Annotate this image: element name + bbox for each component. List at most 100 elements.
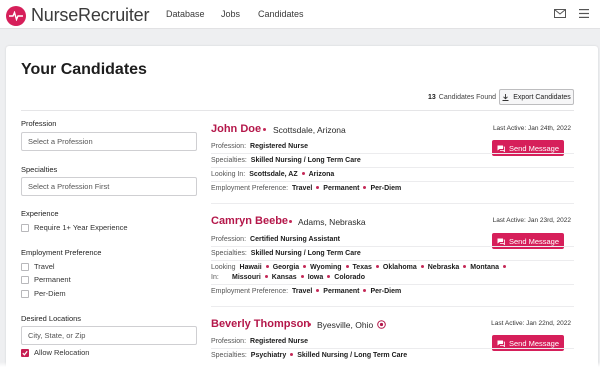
profession-row: Profession: Registered Nurse xyxy=(211,338,308,345)
row-key: Employment Preference: xyxy=(211,185,289,192)
mail-icon[interactable] xyxy=(554,9,566,18)
nav-jobs[interactable]: Jobs xyxy=(221,9,240,19)
row-divider xyxy=(211,246,574,247)
chat-icon xyxy=(497,145,505,152)
experience-option-label: Require 1+ Year Experience xyxy=(34,223,128,232)
location-value: Arizona xyxy=(308,171,335,178)
employment-row: Employment Preference: Travel Permanent Per… xyxy=(211,185,401,192)
experience-checkbox[interactable] xyxy=(21,223,29,232)
location-value: Iowa xyxy=(307,274,324,281)
separator-dot xyxy=(289,220,292,223)
employment-option-per-diem[interactable]: Per-Diem xyxy=(21,289,66,298)
separator-dot xyxy=(420,265,424,268)
employment-value: Travel xyxy=(292,185,313,192)
profession-filter-label: Profession xyxy=(21,119,57,128)
location-value: Missouri xyxy=(232,274,261,281)
employment-value: Travel xyxy=(292,288,313,295)
separator-dot xyxy=(263,128,266,131)
row-key: Specialties: xyxy=(211,250,247,257)
employment-value: Per-Diem xyxy=(370,185,402,192)
export-candidates-button[interactable]: Export Candidates xyxy=(499,89,574,105)
row-key: Specialties: xyxy=(211,157,247,164)
divider xyxy=(21,110,574,111)
separator-dot xyxy=(301,172,305,175)
send-message-label: Send Message xyxy=(508,338,560,348)
location-value: Texas xyxy=(352,264,372,271)
page-title: Your Candidates xyxy=(21,61,147,78)
separator-dot xyxy=(265,265,269,268)
row-divider xyxy=(211,284,574,285)
separator-dot xyxy=(264,275,268,278)
count-value: 13 xyxy=(428,94,436,101)
profession-row: Profession: Certified Nursing Assistant xyxy=(211,236,340,243)
specialties-select[interactable]: Select a Profession First xyxy=(21,177,197,196)
employment-value: Permanent xyxy=(323,185,360,192)
location-value: Oklahoma xyxy=(382,264,417,271)
location-value: Scottsdale, AZ xyxy=(249,171,298,178)
hamburger-icon[interactable] xyxy=(579,9,589,18)
brand-name: NurseRecruiter xyxy=(31,5,150,25)
row-key: Specialties: xyxy=(211,352,247,359)
employment-option-label: Travel xyxy=(34,262,55,271)
experience-checkbox-row[interactable]: Require 1+ Year Experience xyxy=(21,223,128,232)
separator-dot xyxy=(316,289,320,292)
separator-dot xyxy=(300,275,304,278)
specialty-value: Skilled Nursing / Long Term Care xyxy=(297,352,408,359)
relocation-checkbox[interactable] xyxy=(21,348,29,357)
location-value: Colorado xyxy=(334,274,365,281)
relocation-label: Allow Relocation xyxy=(34,348,90,357)
candidate-divider xyxy=(211,306,574,307)
employment-option-permanent[interactable]: Permanent xyxy=(21,275,71,284)
row-divider xyxy=(211,348,574,349)
experience-filter-label: Experience xyxy=(21,209,59,218)
separator-dot xyxy=(290,353,294,356)
separator-dot xyxy=(327,275,331,278)
location-value: Nebraska xyxy=(427,264,460,271)
candidate-location: Scottsdale, Arizona xyxy=(273,125,346,135)
employment-row: Employment Preference: Travel Permanent Per… xyxy=(211,288,401,295)
nav-candidates[interactable]: Candidates xyxy=(258,9,304,19)
permanent-checkbox[interactable] xyxy=(21,275,29,284)
looking-in-row: Looking Hawaii Georgia Wyoming Texas Okl… xyxy=(211,264,510,271)
candidate-divider xyxy=(211,203,574,204)
specialties-row: Specialties: Skilled Nursing / Long Term … xyxy=(211,157,361,164)
candidate-name[interactable]: John Doe xyxy=(211,123,261,135)
candidate-name[interactable]: Beverly Thompson xyxy=(211,318,310,330)
location-input[interactable]: City, State, or Zip xyxy=(21,326,197,345)
scroll-fade xyxy=(0,362,600,367)
nav-database[interactable]: Database xyxy=(166,9,205,19)
row-key: Employment Preference: xyxy=(211,288,289,295)
employment-option-travel[interactable]: Travel xyxy=(21,262,55,271)
looking-in-row-cont: In: Missouri Kansas Iowa Colorado xyxy=(211,274,365,281)
row-divider xyxy=(211,260,574,261)
top-navbar: NurseRecruiter Database Jobs Candidates xyxy=(0,0,600,29)
candidate-name[interactable]: Camryn Beebe xyxy=(211,215,288,227)
locations-filter-label: Desired Locations xyxy=(21,314,82,323)
relocation-checkbox-row[interactable]: Allow Relocation xyxy=(21,348,89,357)
candidate-location: Adams, Nebraska xyxy=(298,217,366,227)
profession-value: Registered Nurse xyxy=(250,143,308,150)
brand-logo[interactable]: NurseRecruiter xyxy=(6,5,149,26)
last-active: Last Active: Jan 22nd, 2022 xyxy=(491,320,571,327)
row-key: Looking In: xyxy=(211,171,246,178)
separator-dot xyxy=(316,186,320,189)
separator-dot xyxy=(363,186,367,189)
row-key: Profession: xyxy=(211,143,247,150)
separator-dot xyxy=(345,265,349,268)
profession-value: Certified Nursing Assistant xyxy=(250,236,341,243)
per-diem-checkbox[interactable] xyxy=(21,289,29,298)
travel-checkbox[interactable] xyxy=(21,262,29,271)
looking-in-row: Looking In: Scottsdale, AZ Arizona xyxy=(211,171,334,178)
separator-dot xyxy=(363,289,367,292)
profession-select[interactable]: Select a Profession xyxy=(21,132,197,151)
candidates-count: 13 Candidates Found xyxy=(428,94,496,101)
chat-icon xyxy=(497,340,505,347)
profession-value: Registered Nurse xyxy=(250,338,308,345)
specialty-value: Psychiatry xyxy=(250,352,287,359)
row-key: In: xyxy=(211,274,219,281)
count-label: Candidates Found xyxy=(438,94,497,101)
separator-dot xyxy=(303,265,307,268)
row-divider xyxy=(211,153,574,154)
location-value: Montana xyxy=(470,264,500,271)
send-message-label: Send Message xyxy=(508,236,560,246)
